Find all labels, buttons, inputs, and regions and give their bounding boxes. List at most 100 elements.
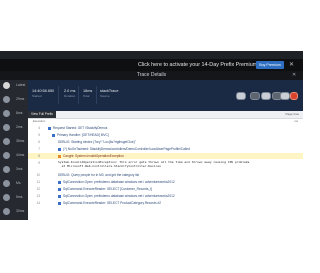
trace-row-caught[interactable]: 8 Caught: System.InvalidOperationExcepti…	[28, 153, 303, 159]
divider	[78, 86, 79, 104]
stat-label: Total	[83, 94, 90, 98]
row-text: DEBUG: Starting #index {"key":"Loc{6s?rt…	[58, 140, 136, 144]
trace-detail-panel: View Full Prefix Page time Execution ms …	[28, 111, 303, 220]
trial-banner-text[interactable]: Click here to activate your 14-Day Prefi…	[138, 61, 273, 69]
sidebar-item-trace[interactable]: 5ms	[0, 192, 28, 206]
title-bar: Trace Details ✕	[0, 71, 303, 80]
clock-icon	[3, 138, 10, 145]
sidebar-item-label: 29ms	[16, 97, 25, 101]
trace-row[interactable]: 10 DEBUG: Query people for in M0, and ge…	[28, 172, 303, 178]
close-icon[interactable]: ✕	[289, 60, 294, 70]
row-text: System.InvalidOperationException: This e…	[58, 160, 250, 169]
row-text: SqlCommand.ExecuteReader: SELECT Product…	[63, 201, 162, 205]
window-title: Trace Details	[136, 72, 167, 78]
trial-banner[interactable]: Click here to activate your 14-Day Prefi…	[0, 59, 303, 71]
sidebar-item-trace[interactable]: Ms	[0, 178, 28, 192]
clock-icon	[3, 166, 10, 173]
app-window: Click here to activate your 14-Day Prefi…	[0, 51, 303, 220]
sql-icon	[58, 194, 61, 198]
trace-list-sidebar: Latest 29ms 8ms 2ms 35ms 44ms 3ms Ms 5ms…	[0, 80, 28, 220]
divider	[58, 86, 59, 104]
row-number: 14	[36, 201, 40, 205]
view-icon[interactable]	[236, 92, 246, 100]
alert-icon[interactable]	[290, 92, 298, 100]
trace-row[interactable]: 4 Request Started: GET /StackifyDemos	[28, 125, 303, 131]
clock-icon	[3, 82, 10, 89]
sidebar-item-label: 2ms	[16, 125, 23, 129]
close-icon[interactable]: ✕	[292, 71, 296, 80]
trace-row[interactable]: 5 Primary Handler: [GET/HEAD] MVC]	[28, 132, 303, 138]
stat-total: 18ms Total	[83, 89, 92, 99]
clock-icon	[3, 110, 10, 117]
stat-started: 14:40:58.650 Started	[32, 89, 54, 99]
sidebar-item-label: Ms	[16, 181, 21, 185]
row-number: 8	[38, 154, 40, 158]
sidebar-item-trace[interactable]: 29ms	[0, 94, 28, 108]
row-text: Primary Handler: [GET/HEAD] MVC]	[57, 133, 109, 137]
toggle-icon[interactable]	[250, 92, 260, 100]
page-time-label: Page time	[285, 112, 299, 116]
sql-icon	[58, 180, 61, 184]
stat-label: Started	[32, 94, 42, 98]
clock-icon	[3, 208, 10, 215]
sidebar-item-trace[interactable]: Latest	[0, 80, 28, 94]
trace-row[interactable]: 13 SqlConnection.Open: prefixdemo.databa…	[28, 193, 303, 199]
trace-row[interactable]: 12 SqlCommand.ExecuteReader: SELECT [Cus…	[28, 186, 303, 192]
trace-row[interactable]: 14 SqlCommand.ExecuteReader: SELECT Prod…	[28, 200, 303, 206]
row-text: Caught: System.InvalidOperationException	[63, 154, 124, 158]
trace-row-error[interactable]: 9 System.InvalidOperationException: This…	[28, 160, 303, 170]
sidebar-item-label: 8ms	[16, 111, 23, 115]
method-icon	[58, 147, 61, 151]
sidebar-item-trace[interactable]: 3ms	[0, 164, 28, 178]
clock-icon	[3, 96, 10, 103]
sidebar-item-label: 44ms	[16, 153, 25, 157]
sidebar-item-trace[interactable]: 8ms	[0, 108, 28, 122]
exception-icon	[58, 154, 61, 158]
toggle-icon[interactable]	[261, 92, 271, 100]
row-number: 11	[36, 180, 40, 184]
stat-label: Source	[100, 94, 110, 98]
col-ms: ms	[294, 119, 298, 123]
row-number: 13	[36, 194, 40, 198]
clock-icon	[3, 180, 10, 187]
row-number: 4	[38, 126, 40, 130]
toggle-icon[interactable]	[280, 92, 290, 100]
column-header: Execution ms	[28, 119, 303, 124]
sql-icon	[58, 201, 61, 205]
sidebar-item-label: 3ms	[16, 167, 23, 171]
trace-summary-bar: 14:40:58.650 Started 2.0 ms Duration 18m…	[28, 80, 303, 111]
row-number: 10	[36, 173, 40, 177]
sidebar-item-trace[interactable]: 44ms	[0, 150, 28, 164]
row-number: 12	[36, 187, 40, 191]
stat-source: stackTrace Source	[100, 89, 118, 99]
divider	[96, 86, 97, 104]
row-text: DEBUG: Query people for in M0, and get t…	[58, 173, 140, 177]
clock-icon	[3, 194, 10, 201]
stat-duration: 2.0 ms Duration	[64, 89, 75, 99]
clock-icon	[3, 152, 10, 159]
trace-row[interactable]: 6 DEBUG: Starting #index {"key":"Loc{6s?…	[28, 139, 303, 145]
sidebar-item-label: 35ms	[16, 139, 25, 143]
row-number: 9	[38, 161, 40, 165]
row-number: 6	[38, 140, 40, 144]
sidebar-item-trace[interactable]: 35ms	[0, 136, 28, 150]
col-execution: Execution	[33, 119, 46, 123]
row-number: 7	[38, 147, 40, 151]
trace-row[interactable]: 7 (?) NuGeTacesed: StackifyDemos/contoll…	[28, 146, 303, 152]
row-text: SqlCommand.ExecuteReader: SELECT [Custom…	[63, 187, 153, 191]
panel-header: View Full Prefix Page time	[28, 111, 303, 119]
row-text: Request Started: GET /StackifyDemos	[53, 126, 108, 130]
stat-label: Duration	[64, 94, 76, 98]
tab-view-full-prefix[interactable]: View Full Prefix	[28, 111, 56, 118]
row-text: SqlConnection.Open: prefixdemo.database.…	[63, 194, 175, 198]
row-text: (?) NuGeTacesed: StackifyDemos/contoller…	[63, 147, 190, 151]
buy-premium-button[interactable]: Buy Premium	[256, 61, 284, 69]
sidebar-item-label: 30ms	[16, 209, 25, 213]
sql-icon	[58, 187, 61, 191]
sidebar-item-label: Latest	[16, 83, 26, 87]
clock-icon	[3, 124, 10, 131]
sidebar-item-trace[interactable]: 2ms	[0, 122, 28, 136]
sidebar-item-trace[interactable]: 30ms	[0, 206, 28, 220]
trace-row[interactable]: 11 SqlConnection.Open: prefixdemo.databa…	[28, 179, 303, 185]
row-text: SqlConnection.Open: prefixdemo.database.…	[63, 180, 175, 184]
